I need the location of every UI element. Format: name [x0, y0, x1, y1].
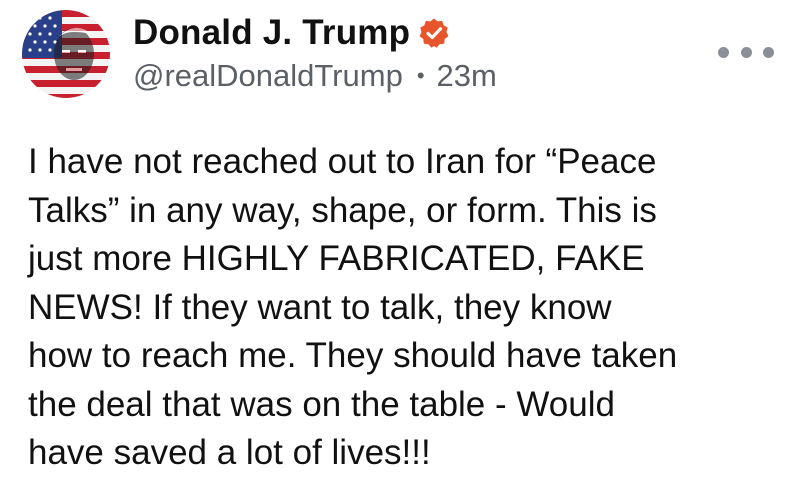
avatar[interactable]	[22, 10, 110, 98]
post-text-line: NEWS! If they want to talk, they know	[28, 287, 612, 327]
post-text-line: Talks” in any way, shape, or form. This …	[28, 190, 657, 230]
post-text-line: just more HIGHLY FABRICATED, FAKE	[28, 239, 645, 278]
post-text-line: the deal that was on the table - Would	[28, 384, 615, 424]
post-header: Donald J. Trump @realDonaldTrump • 23m	[133, 10, 497, 94]
avatar-image	[22, 10, 110, 98]
verified-badge-icon	[418, 17, 450, 49]
social-post: Donald J. Trump @realDonaldTrump • 23m I…	[0, 0, 800, 496]
more-horizontal-icon	[740, 46, 752, 58]
post-text-line: how to reach me. They should have taken	[28, 336, 678, 375]
post-text-line: I have not reached out to Iran for “Peac…	[28, 142, 657, 181]
name-row: Donald J. Trump	[133, 10, 497, 56]
post-text-line: have saved a lot of lives!!!	[28, 433, 431, 472]
display-name[interactable]: Donald J. Trump	[133, 13, 410, 53]
post-timestamp[interactable]: 23m	[437, 58, 497, 94]
more-horizontal-icon	[718, 46, 729, 58]
more-options-button[interactable]	[718, 38, 774, 66]
user-handle[interactable]: @realDonaldTrump	[133, 58, 403, 94]
meta-separator: •	[416, 63, 425, 88]
post-body: I have not reached out to Iran for “Peac…	[28, 138, 778, 478]
more-horizontal-icon	[763, 46, 774, 58]
meta-row: @realDonaldTrump • 23m	[133, 58, 497, 94]
